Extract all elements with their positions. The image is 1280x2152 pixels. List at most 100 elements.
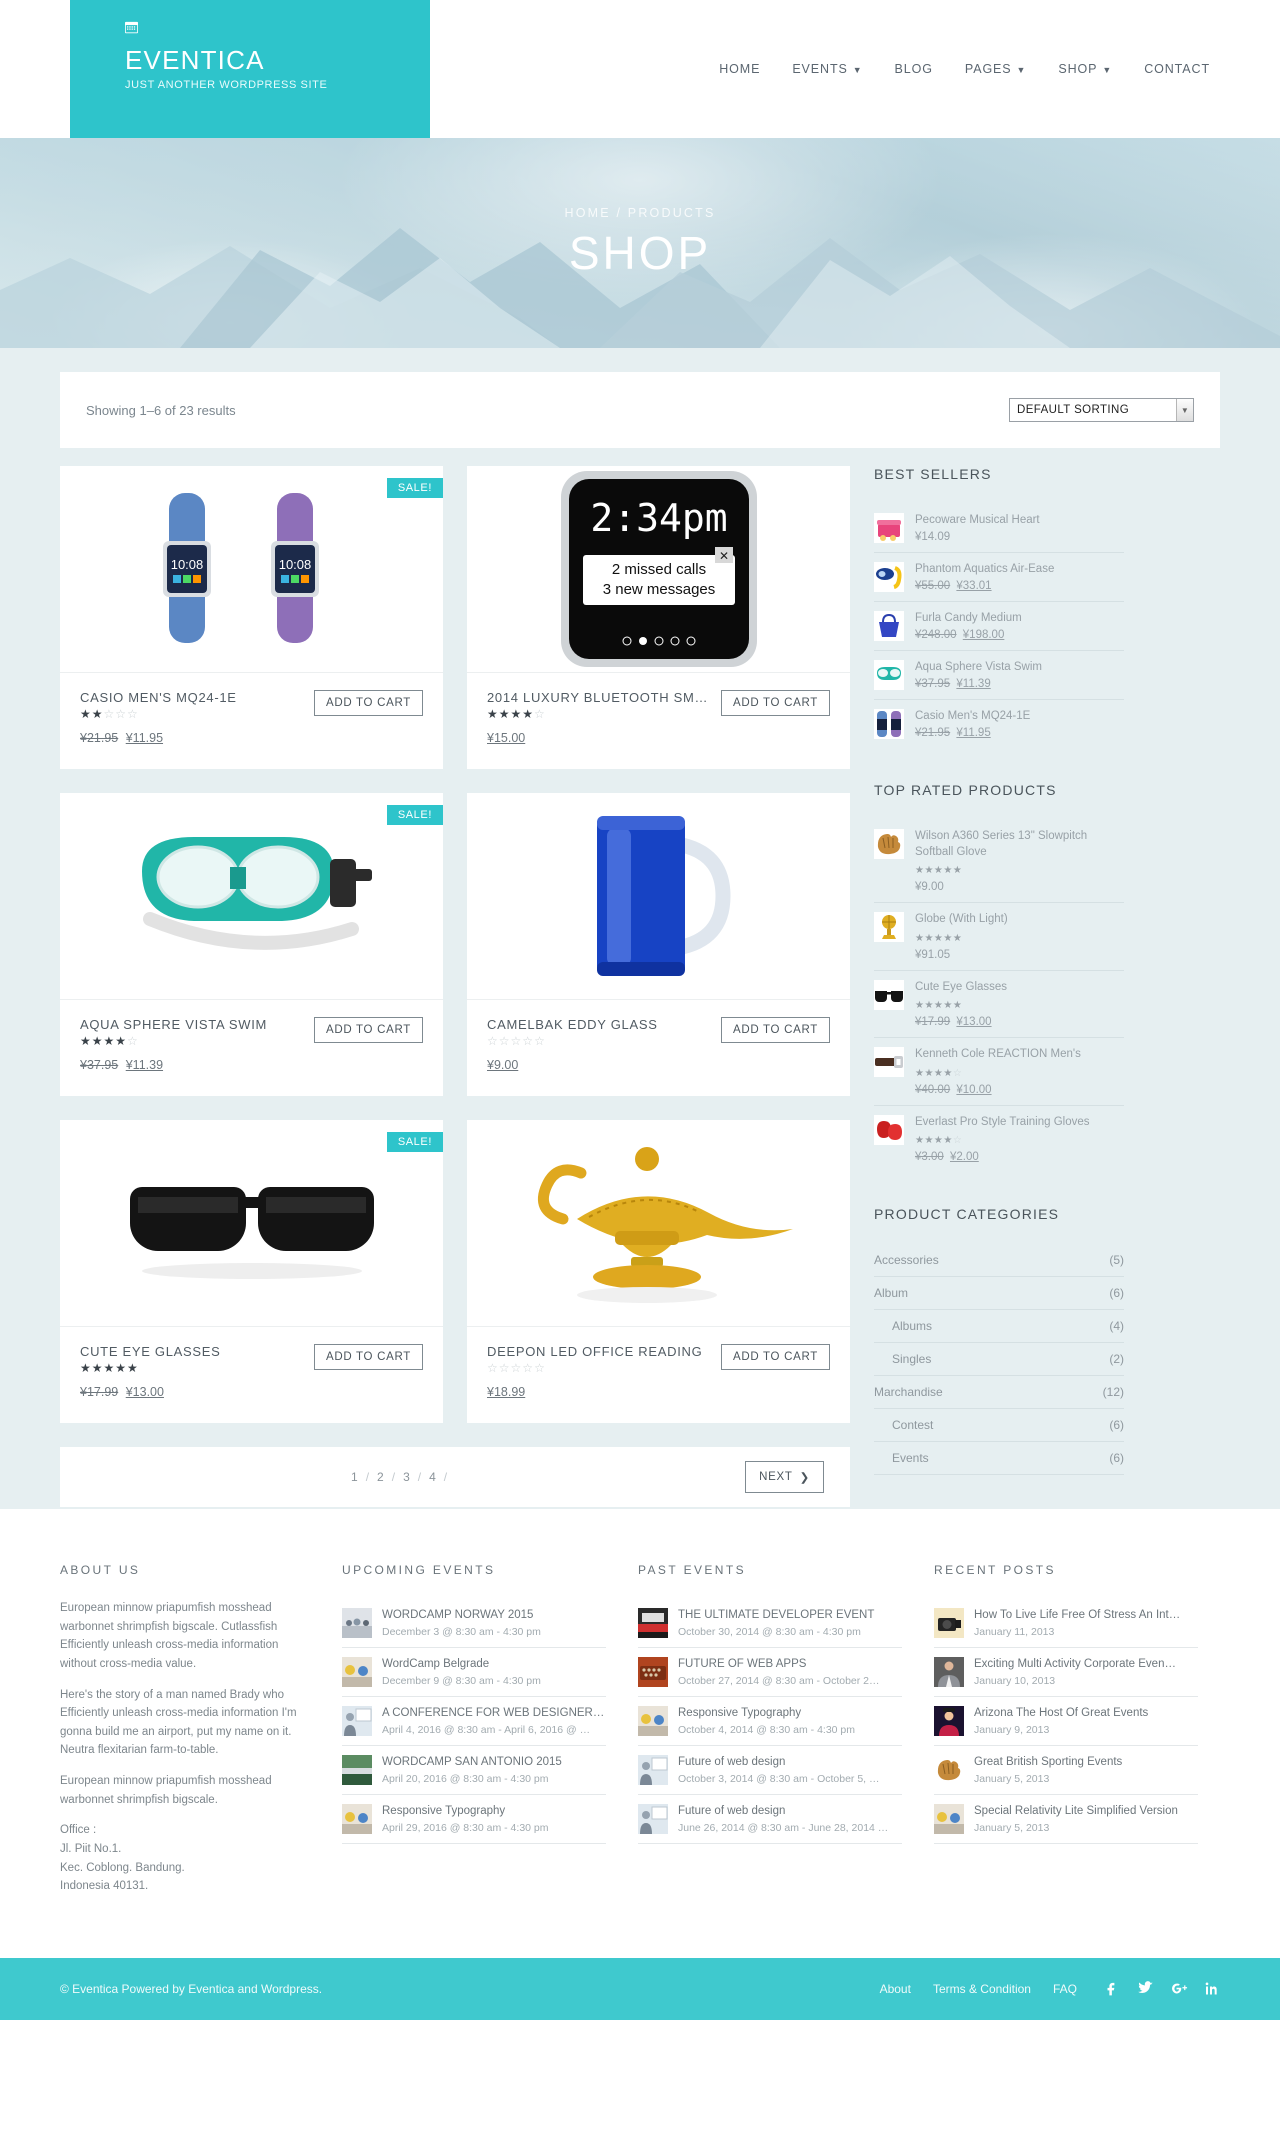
item-title[interactable]: FUTURE OF WEB APPS — [678, 1657, 902, 1672]
item-title[interactable]: THE ULTIMATE DEVELOPER EVENT — [678, 1608, 902, 1623]
product-image[interactable]: 10:08 10:08 SALE! — [60, 466, 443, 673]
sorting-select[interactable]: DEFAULT SORTING ▼ — [1009, 398, 1194, 422]
item-title[interactable]: Special Relativity Lite Simplified Versi… — [974, 1804, 1198, 1819]
nav-item-pages[interactable]: PAGES ▼ — [965, 62, 1026, 76]
product-card[interactable]: 2:34pm 2 missed calls 3 new messages ✕ 2… — [467, 466, 850, 769]
page-number[interactable]: 2 — [377, 1470, 384, 1484]
item-title[interactable]: WORDCAMP NORWAY 2015 — [382, 1608, 606, 1623]
nav-item-events[interactable]: EVENTS ▼ — [792, 62, 862, 76]
recent-post-item[interactable]: Great British Sporting Events January 5,… — [934, 1746, 1198, 1796]
footer-link-terms-condition[interactable]: Terms & Condition — [933, 1982, 1031, 1996]
add-to-cart-button[interactable]: ADD TO CART — [313, 1344, 423, 1370]
product-card[interactable]: 10:08 10:08 SALE! CASIO MEN'S MQ24-1E ★★… — [60, 466, 443, 769]
item-title[interactable]: Responsive Typography — [678, 1706, 902, 1721]
add-to-cart-button[interactable]: ADD TO CART — [313, 690, 423, 716]
nav-item-shop[interactable]: SHOP ▼ — [1058, 62, 1112, 76]
product-name[interactable]: Wilson A360 Series 13" Slowpitch Softbal… — [915, 829, 1124, 860]
best-seller-item[interactable]: Casio Men's MQ24-1E ¥21.95 ¥11.95 — [874, 700, 1124, 748]
recent-post-item[interactable]: Special Relativity Lite Simplified Versi… — [934, 1795, 1198, 1845]
product-title[interactable]: AQUA SPHERE VISTA SWIM — [80, 1017, 305, 1032]
product-name[interactable]: Casio Men's MQ24-1E — [915, 709, 1124, 725]
footer-link-about[interactable]: About — [880, 1982, 911, 1996]
product-card[interactable]: DEEPON LED OFFICE READING ☆☆☆☆☆ ¥18.99 A… — [467, 1120, 850, 1423]
upcoming-event-item[interactable]: WORDCAMP NORWAY 2015 December 3 @ 8:30 a… — [342, 1599, 606, 1649]
product-name[interactable]: Cute Eye Glasses — [915, 980, 1124, 996]
twitter-icon[interactable] — [1136, 1980, 1154, 1997]
item-title[interactable]: Exciting Multi Activity Corporate Even… — [974, 1657, 1198, 1672]
page-number[interactable]: 3 — [403, 1470, 410, 1484]
top-rated-item[interactable]: Globe (With Light) ★★★★★ ¥91.05 — [874, 903, 1124, 971]
top-rated-item[interactable]: Everlast Pro Style Training Gloves ★★★★☆… — [874, 1106, 1124, 1173]
category-row[interactable]: Marchandise (12) — [874, 1376, 1124, 1410]
product-title[interactable]: 2014 LUXURY BLUETOOTH SM… — [487, 690, 712, 705]
category-row[interactable]: Accessories (5) — [874, 1244, 1124, 1278]
top-rated-item[interactable]: Wilson A360 Series 13" Slowpitch Softbal… — [874, 820, 1124, 904]
past-event-item[interactable]: Future of web design June 26, 2014 @ 8:3… — [638, 1795, 902, 1845]
product-image[interactable] — [467, 793, 850, 1000]
item-title[interactable]: WORDCAMP SAN ANTONIO 2015 — [382, 1755, 606, 1770]
best-seller-item[interactable]: Phantom Aquatics Air-Ease ¥55.00 ¥33.01 — [874, 553, 1124, 602]
recent-post-item[interactable]: Arizona The Host Of Great Events January… — [934, 1697, 1198, 1747]
item-title[interactable]: Arizona The Host Of Great Events — [974, 1706, 1198, 1721]
category-row[interactable]: Singles (2) — [874, 1343, 1124, 1377]
past-event-item[interactable]: THE ULTIMATE DEVELOPER EVENT October 30,… — [638, 1599, 902, 1649]
linkedin-icon[interactable] — [1204, 1980, 1220, 1997]
item-title[interactable]: How To Live Life Free Of Stress An Int… — [974, 1608, 1198, 1623]
next-page-button[interactable]: NEXT ❯ — [745, 1461, 824, 1493]
past-event-item[interactable]: Responsive Typography October 4, 2014 @ … — [638, 1697, 902, 1747]
top-rated-item[interactable]: Kenneth Cole REACTION Men's ★★★★☆ ¥40.00… — [874, 1038, 1124, 1106]
nav-item-blog[interactable]: BLOG — [895, 62, 933, 76]
nav-item-contact[interactable]: CONTACT — [1144, 62, 1210, 76]
product-image[interactable] — [467, 1120, 850, 1327]
item-title[interactable]: A CONFERENCE FOR WEB DESIGNER… — [382, 1706, 606, 1721]
past-event-item[interactable]: FUTURE OF WEB APPS October 27, 2014 @ 8:… — [638, 1648, 902, 1698]
best-seller-item[interactable]: Aqua Sphere Vista Swim ¥37.95 ¥11.39 — [874, 651, 1124, 700]
product-name[interactable]: Aqua Sphere Vista Swim — [915, 660, 1124, 676]
product-name[interactable]: Kenneth Cole REACTION Men's — [915, 1047, 1124, 1063]
brand-block[interactable]: EVENTICA JUST ANOTHER WORDPRESS SITE — [70, 0, 430, 138]
product-image[interactable]: SALE! — [60, 793, 443, 1000]
upcoming-event-item[interactable]: WordCamp Belgrade December 9 @ 8:30 am -… — [342, 1648, 606, 1698]
past-event-item[interactable]: Future of web design October 3, 2014 @ 8… — [638, 1746, 902, 1796]
add-to-cart-button[interactable]: ADD TO CART — [313, 1017, 423, 1043]
nav-item-home[interactable]: HOME — [719, 62, 760, 76]
item-title[interactable]: Future of web design — [678, 1755, 902, 1770]
page-number[interactable]: 4 — [429, 1470, 436, 1484]
google-plus-icon[interactable] — [1170, 1980, 1188, 1997]
add-to-cart-button[interactable]: ADD TO CART — [720, 1017, 830, 1043]
category-row[interactable]: Album (6) — [874, 1277, 1124, 1311]
upcoming-event-item[interactable]: Responsive Typography April 29, 2016 @ 8… — [342, 1795, 606, 1845]
page-number[interactable]: 1 — [351, 1470, 358, 1484]
best-seller-item[interactable]: Furla Candy Medium ¥248.00 ¥198.00 — [874, 602, 1124, 651]
product-name[interactable]: Globe (With Light) — [915, 912, 1124, 928]
add-to-cart-button[interactable]: ADD TO CART — [720, 690, 830, 716]
category-row[interactable]: Contest (6) — [874, 1409, 1124, 1443]
recent-post-item[interactable]: Exciting Multi Activity Corporate Even… … — [934, 1648, 1198, 1698]
top-rated-item[interactable]: Cute Eye Glasses ★★★★★ ¥17.99 ¥13.00 — [874, 971, 1124, 1039]
product-name[interactable]: Furla Candy Medium — [915, 611, 1124, 627]
product-card[interactable]: SALE! CUTE EYE GLASSES ★★★★★ ¥17.99 ¥13.… — [60, 1120, 443, 1423]
product-title[interactable]: CASIO MEN'S MQ24-1E — [80, 690, 305, 705]
product-card[interactable]: CAMELBAK EDDY GLASS ☆☆☆☆☆ ¥9.00 ADD TO C… — [467, 793, 850, 1096]
category-row[interactable]: Albums (4) — [874, 1310, 1124, 1344]
upcoming-event-item[interactable]: WORDCAMP SAN ANTONIO 2015 April 20, 2016… — [342, 1746, 606, 1796]
product-title[interactable]: CUTE EYE GLASSES — [80, 1344, 305, 1359]
item-title[interactable]: Responsive Typography — [382, 1804, 606, 1819]
product-image[interactable]: 2:34pm 2 missed calls 3 new messages ✕ — [467, 466, 850, 673]
upcoming-event-item[interactable]: A CONFERENCE FOR WEB DESIGNER… April 4, … — [342, 1697, 606, 1747]
product-title[interactable]: DEEPON LED OFFICE READING — [487, 1344, 712, 1359]
product-name[interactable]: Phantom Aquatics Air-Ease — [915, 562, 1124, 578]
product-name[interactable]: Everlast Pro Style Training Gloves — [915, 1115, 1124, 1131]
item-title[interactable]: WordCamp Belgrade — [382, 1657, 606, 1672]
item-title[interactable]: Future of web design — [678, 1804, 902, 1819]
category-row[interactable]: Events (6) — [874, 1442, 1124, 1476]
product-title[interactable]: CAMELBAK EDDY GLASS — [487, 1017, 712, 1032]
product-image[interactable]: SALE! — [60, 1120, 443, 1327]
footer-link-faq[interactable]: FAQ — [1053, 1982, 1077, 1996]
breadcrumb[interactable]: HOME / PRODUCTS — [564, 206, 715, 220]
facebook-icon[interactable] — [1105, 1980, 1120, 1997]
add-to-cart-button[interactable]: ADD TO CART — [720, 1344, 830, 1370]
product-name[interactable]: Pecoware Musical Heart — [915, 513, 1124, 529]
recent-post-item[interactable]: How To Live Life Free Of Stress An Int… … — [934, 1599, 1198, 1649]
item-title[interactable]: Great British Sporting Events — [974, 1755, 1198, 1770]
